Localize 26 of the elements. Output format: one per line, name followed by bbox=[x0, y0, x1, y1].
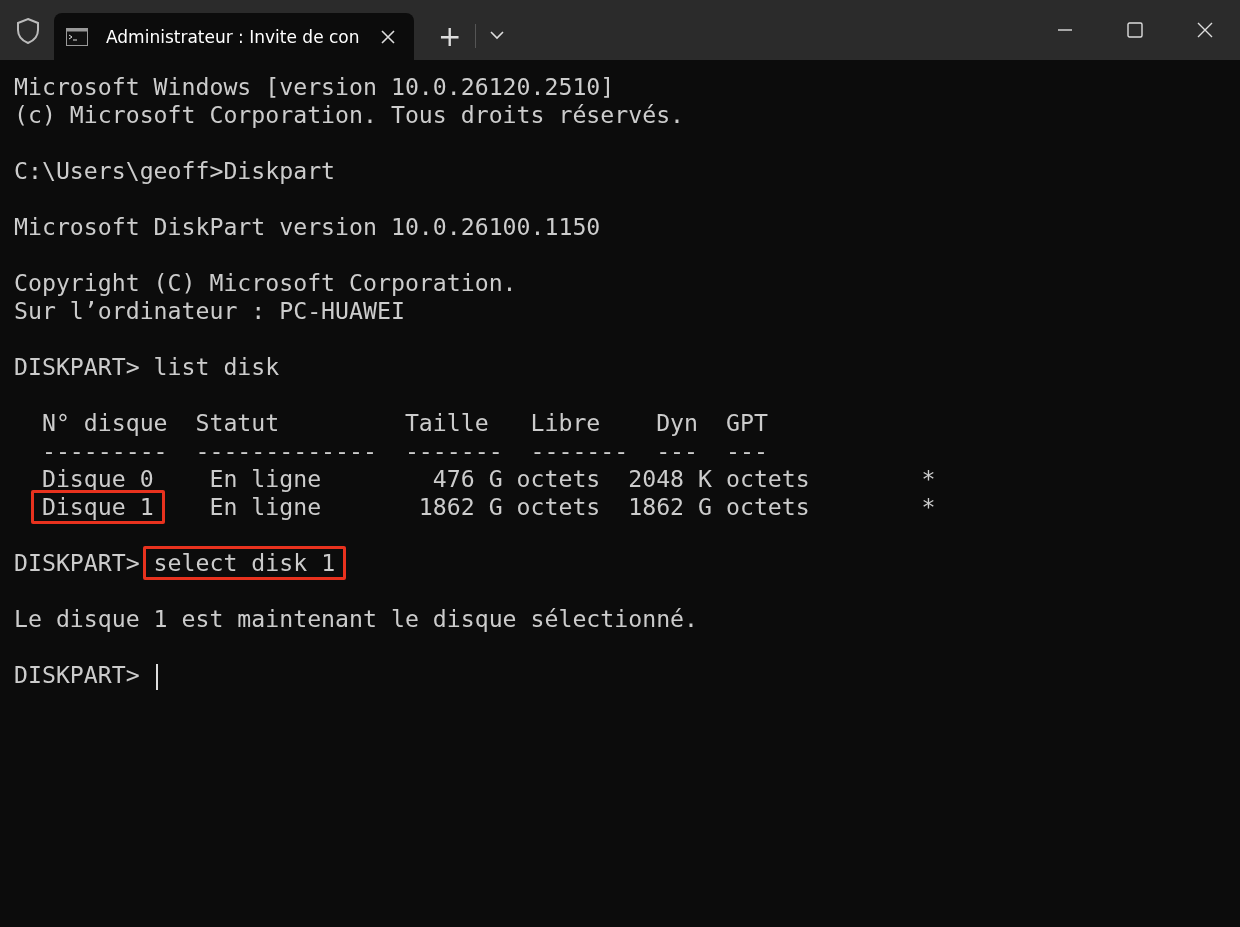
terminal-text: --------- ------------- ------- ------- --- --- bbox=[40, 437, 768, 464]
shield-icon bbox=[16, 17, 40, 45]
terminal-text: Disque 0 En ligne 476 G octets 2048 K octets * bbox=[40, 465, 936, 492]
chevron-down-icon[interactable] bbox=[490, 30, 505, 40]
terminal-tab[interactable]: Administrateur : Invite de con bbox=[54, 13, 414, 60]
maximize-icon[interactable] bbox=[1127, 22, 1143, 38]
close-icon[interactable] bbox=[1197, 22, 1213, 38]
prompt-text: DISKPART> bbox=[14, 661, 141, 688]
terminal-text: DISKPART> list disk bbox=[14, 353, 280, 380]
terminal-text: Microsoft DiskPart version 10.0.26100.1150 bbox=[14, 213, 601, 240]
new-tab-button[interactable]: + bbox=[432, 22, 468, 52]
terminal-text: (c) Microsoft Corporation. Tous droits réservés. bbox=[14, 101, 685, 128]
terminal-text: Copyright (C) Microsoft Corporation. bbox=[14, 269, 517, 296]
tab-title: Administrateur : Invite de con bbox=[106, 26, 361, 47]
terminal-text: En ligne 1862 G octets 1862 G octets * bbox=[208, 493, 936, 520]
terminal-text: N° disque Statut Taille Libre Dyn GPT bbox=[40, 409, 768, 436]
terminal-icon bbox=[66, 27, 88, 46]
terminal-text: Sur l’ordinateur : PC-HUAWEI bbox=[14, 297, 405, 324]
highlighted-text: select disk 1 bbox=[142, 546, 347, 580]
close-icon[interactable] bbox=[380, 28, 396, 45]
terminal-text: C:\Users\geoff>Diskpart bbox=[14, 157, 336, 184]
terminal-text: DISKPART> bbox=[14, 549, 141, 576]
terminal-text: Le disque 1 est maintenant le disque sélectionné. bbox=[14, 605, 699, 632]
highlighted-text: Disque 1 bbox=[30, 490, 165, 524]
terminal-text: Microsoft Windows [version 10.0.26120.2510] bbox=[14, 73, 615, 100]
text-cursor bbox=[155, 663, 158, 690]
